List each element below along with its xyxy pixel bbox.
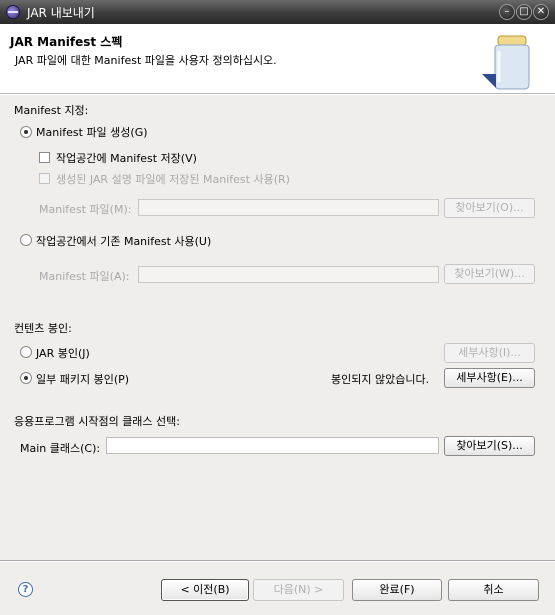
main-class-field[interactable] <box>106 437 439 454</box>
page-title: JAR Manifest 스펙 <box>10 35 123 49</box>
next-button[interactable]: 다음(N) > <box>253 579 344 601</box>
window-title: JAR 내보내기 <box>27 6 95 20</box>
seal-some-packages-radio[interactable] <box>20 372 32 384</box>
seal-some-details-button[interactable]: 세부사항(E)... <box>444 368 535 388</box>
wizard-header: JAR Manifest 스펙 JAR 파일에 대한 Manifest 파일을 … <box>0 24 555 94</box>
save-in-workspace-label[interactable]: 작업공간에 Manifest 저장(V) <box>56 150 197 166</box>
manifest-file-label: Manifest 파일(M): <box>39 203 132 216</box>
existing-file-field[interactable] <box>138 266 439 283</box>
reuse-manifest-label: 생성된 JAR 설명 파일에 저장된 Manifest 사용(R) <box>56 173 290 186</box>
maximize-icon[interactable]: □ <box>516 4 532 20</box>
finish-button[interactable]: 완료(F) <box>352 579 442 601</box>
back-button[interactable]: < 이전(B) <box>161 579 249 601</box>
minimize-icon[interactable]: – <box>499 4 515 20</box>
seal-section-label: 컨텐츠 봉인: <box>14 322 72 335</box>
eclipse-icon <box>6 5 20 19</box>
reuse-manifest-checkbox[interactable] <box>39 173 50 184</box>
seal-jar-radio[interactable] <box>20 346 32 358</box>
seal-status-text: 봉인되지 않았습니다. <box>331 373 430 386</box>
manifest-section-label: Manifest 지정: <box>14 104 89 117</box>
existing-manifest-label[interactable]: 작업공간에서 기존 Manifest 사용(U) <box>36 233 211 249</box>
jar-icon <box>482 35 530 90</box>
cancel-button[interactable]: 취소 <box>448 579 539 601</box>
manifest-file-field[interactable] <box>138 199 439 216</box>
seal-jar-label[interactable]: JAR 봉인(J) <box>36 345 90 361</box>
browse-manifest-button[interactable]: 찾아보기(O)... <box>444 198 535 218</box>
existing-file-label: Manifest 파일(A): <box>39 270 130 283</box>
main-class-label: Main 클래스(C): <box>20 442 101 455</box>
generate-manifest-label[interactable]: Manifest 파일 생성(G) <box>36 124 148 140</box>
browse-existing-button[interactable]: 찾아보기(W)... <box>444 264 535 284</box>
generate-manifest-radio[interactable] <box>20 126 32 138</box>
existing-manifest-radio[interactable] <box>20 234 32 246</box>
close-icon[interactable]: ✕ <box>533 4 549 20</box>
help-icon[interactable]: ? <box>18 582 33 597</box>
seal-jar-details-button[interactable]: 세부사항(I)... <box>444 343 535 363</box>
title-bar: JAR 내보내기 – □ ✕ <box>0 0 555 24</box>
page-description: JAR 파일에 대한 Manifest 파일을 사용자 정의하십시오. <box>15 54 277 67</box>
save-in-workspace-checkbox[interactable] <box>39 152 50 163</box>
wizard-content: Manifest 지정: Manifest 파일 생성(G) 작업공간에 Man… <box>0 95 555 615</box>
browse-main-class-button[interactable]: 찾아보기(S)... <box>444 436 535 456</box>
entry-point-section-label: 응용프로그램 시작점의 클래스 선택: <box>14 415 180 428</box>
seal-some-packages-label[interactable]: 일부 패키지 봉인(P) <box>36 371 129 387</box>
footer-separator <box>0 560 555 562</box>
